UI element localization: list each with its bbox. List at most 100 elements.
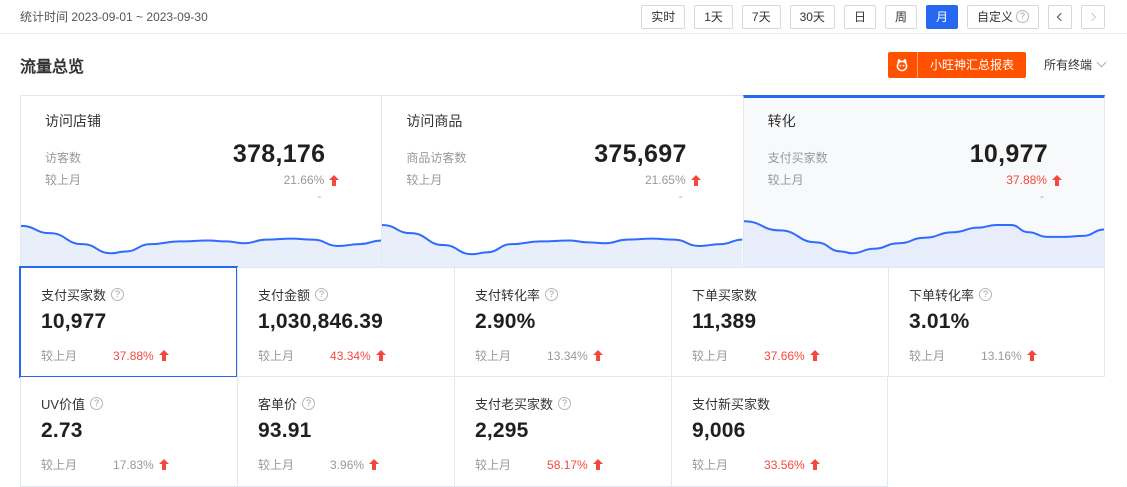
overview-card-shop-visits[interactable]: 访问店铺 访客数 378,176 较上月 21.66% - [20,95,381,267]
arrow-up-icon [1027,350,1037,361]
chevron-right-icon [1088,12,1096,20]
range-month-button[interactable]: 月 [926,5,958,29]
summary-report-button[interactable]: 小旺神汇总报表 [888,52,1026,78]
secondary-compare-value: - [1040,189,1044,203]
metric-value: 11,389 [692,310,868,334]
metric-value: 10,977 [41,310,217,334]
secondary-compare-value: - [679,189,683,203]
metric-value: 2,295 [475,419,651,443]
metric-value: 9,006 [692,419,867,443]
metric-card-uv-value[interactable]: UV价值 2.73 较上月 17.83% [20,377,237,487]
terminal-dropdown[interactable]: 所有终端 [1044,56,1105,73]
compare-value: 43.34% [330,349,371,363]
page-title: 流量总览 [20,53,84,77]
compare-label: 较上月 [768,171,804,188]
chevron-left-icon [1057,12,1065,20]
compare-label: 较上月 [475,347,511,364]
metric-label: 支付买家数 [768,149,828,166]
metric-card-paid-conversion-rate[interactable]: 支付转化率 2.90% 较上月 13.34% [454,267,671,377]
compare-value: 33.56% [764,458,805,472]
card-title: 转化 [768,111,1080,131]
metric-value: 93.91 [258,419,434,443]
help-icon [1016,10,1029,23]
conversion-sparkline [744,203,1104,267]
compare-value: 21.66% [284,173,325,187]
shop-visits-sparkline [21,203,381,267]
range-realtime-button[interactable]: 实时 [641,5,685,29]
metric-card-avg-order-value[interactable]: 客单价 93.91 较上月 3.96% [237,377,454,487]
compare-value: 17.83% [113,458,154,472]
compare-label: 较上月 [258,347,294,364]
prev-period-button[interactable] [1048,5,1072,29]
compare-label: 较上月 [406,171,442,188]
compare-label: 较上月 [692,456,728,473]
metric-card-paid-amount[interactable]: 支付金额 1,030,846.39 较上月 43.34% [237,267,454,377]
card-title: 访问商品 [406,111,718,131]
section-header: 流量总览 小旺神汇总报表 所有终端 [0,34,1127,95]
metric-value: 10,977 [970,140,1048,169]
compare-label: 较上月 [909,347,945,364]
traffic-overview-panel: 访问店铺 访客数 378,176 较上月 21.66% - 访问商品 [20,95,1105,487]
compare-value: 13.16% [981,349,1022,363]
range-week-button[interactable]: 周 [885,5,917,29]
help-icon[interactable] [111,288,124,301]
compare-value: 58.17% [547,458,588,472]
compare-label: 较上月 [258,456,294,473]
metric-name: 支付转化率 [475,285,540,304]
metric-name: UV价值 [41,394,85,413]
overview-card-item-visits[interactable]: 访问商品 商品访客数 375,697 较上月 21.65% - [381,95,742,267]
compare-value: 37.88% [1006,173,1047,187]
arrow-up-icon [810,350,820,361]
section-header-actions: 小旺神汇总报表 所有终端 [888,52,1105,78]
metric-card-paid-new-buyers[interactable]: 支付新买家数 9,006 较上月 33.56% [671,377,888,487]
help-icon[interactable] [979,288,992,301]
metric-card-order-buyers[interactable]: 下单买家数 11,389 较上月 37.66% [671,267,888,377]
arrow-up-icon [159,350,169,361]
metric-value: 2.73 [41,419,217,443]
compare-label: 较上月 [692,347,728,364]
range-7day-button[interactable]: 7天 [742,5,781,29]
range-1day-button[interactable]: 1天 [694,5,733,29]
range-day-button[interactable]: 日 [844,5,876,29]
next-period-button[interactable] [1081,5,1105,29]
range-30day-button[interactable]: 30天 [790,5,835,29]
range-button-group: 实时 1天 7天 30天 日 周 月 自定义 [641,5,1105,29]
metric-card-paid-old-buyers[interactable]: 支付老买家数 2,295 较上月 58.17% [454,377,671,487]
arrow-up-icon [810,459,820,470]
metric-value: 3.01% [909,310,1084,334]
compare-label: 较上月 [475,456,511,473]
arrow-up-icon [329,175,339,186]
range-custom-button[interactable]: 自定义 [967,5,1039,29]
arrow-up-icon [691,175,701,186]
help-icon[interactable] [545,288,558,301]
date-range-toolbar: 统计时间 2023-09-01 ~ 2023-09-30 实时 1天 7天 30… [0,0,1127,34]
metric-label: 商品访客数 [406,149,466,166]
metric-name: 支付金额 [258,285,310,304]
compare-label: 较上月 [41,456,77,473]
metric-card-paid-buyers[interactable]: 支付买家数 10,977 较上月 37.88% [20,267,237,377]
help-icon[interactable] [315,288,328,301]
arrow-up-icon [1052,175,1062,186]
compare-label: 较上月 [41,347,77,364]
help-icon[interactable] [558,397,571,410]
metric-name: 支付新买家数 [692,394,770,413]
metric-card-order-conversion-rate[interactable]: 下单转化率 3.01% 较上月 13.16% [888,267,1105,377]
metric-label: 访客数 [45,149,81,166]
help-icon[interactable] [302,397,315,410]
compare-value: 37.66% [764,349,805,363]
terminal-dropdown-label: 所有终端 [1044,56,1092,73]
compare-value: 3.96% [330,458,364,472]
arrow-up-icon [369,459,379,470]
secondary-compare-value: - [317,189,321,203]
arrow-up-icon [593,459,603,470]
arrow-up-icon [593,350,603,361]
metric-value: 378,176 [233,140,325,169]
metric-value: 375,697 [594,140,686,169]
mascot-icon [888,52,918,78]
metric-grid: 支付买家数 10,977 较上月 37.88% 支付金额 1,030,846.3… [20,267,1105,487]
compare-label: 较上月 [45,171,81,188]
arrow-up-icon [159,459,169,470]
chevron-down-icon [1097,58,1107,68]
overview-card-conversion[interactable]: 转化 支付买家数 10,977 较上月 37.88% - [743,95,1105,267]
help-icon[interactable] [90,397,103,410]
